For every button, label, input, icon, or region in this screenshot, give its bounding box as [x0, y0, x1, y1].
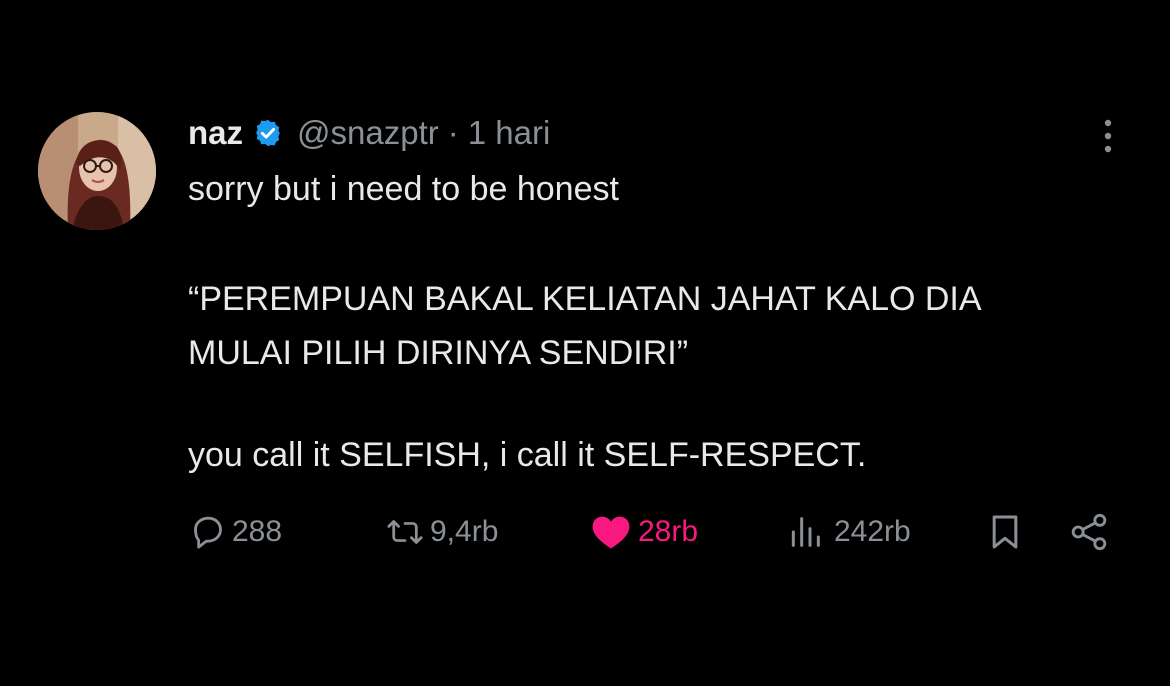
reply-button[interactable]: 288 — [188, 510, 282, 554]
repost-button[interactable]: 9,4rb — [384, 510, 498, 554]
tweet-header: naz @snazptr · 1 hari — [188, 113, 550, 153]
share-icon — [1071, 513, 1107, 551]
bar-chart-icon — [791, 517, 820, 547]
handle[interactable]: @snazptr — [297, 114, 439, 152]
display-name[interactable]: naz — [188, 114, 243, 152]
bookmark-icon — [992, 515, 1018, 549]
views-count: 242rb — [834, 515, 911, 548]
speech-bubble-icon — [194, 516, 222, 549]
tweet-text-line: sorry but i need to be honest — [188, 170, 619, 208]
separator-dot: · — [447, 114, 459, 151]
repost-arrows-icon — [387, 520, 423, 544]
heart-icon — [592, 516, 630, 549]
avatar[interactable] — [38, 112, 156, 230]
share-button[interactable] — [1068, 510, 1110, 554]
tweet-text-line: MULAI PILIH DIRINYA SENDIRI” — [188, 334, 689, 372]
avatar-image — [38, 112, 156, 230]
like-count: 28rb — [638, 515, 699, 548]
more-options-icon[interactable] — [1100, 118, 1116, 154]
verified-badge-icon — [253, 118, 283, 148]
bookmark-button[interactable] — [988, 510, 1022, 554]
reply-count: 288 — [232, 515, 283, 548]
tweet[interactable]: naz @snazptr · 1 hari sorry but i need t… — [0, 0, 1170, 686]
views-button[interactable]: 242rb — [788, 510, 911, 554]
repost-count: 9,4rb — [430, 515, 499, 548]
like-button[interactable]: 28rb — [590, 510, 698, 554]
action-bar: 288 9,4rb 28rb 242rb — [0, 510, 1170, 554]
tweet-text-line: “PEREMPUAN BAKAL KELIATAN JAHAT KALO DIA — [188, 280, 982, 318]
tweet-text-line: you call it SELFISH, i call it SELF-RESP… — [188, 436, 867, 474]
timestamp[interactable]: 1 hari — [468, 114, 551, 152]
